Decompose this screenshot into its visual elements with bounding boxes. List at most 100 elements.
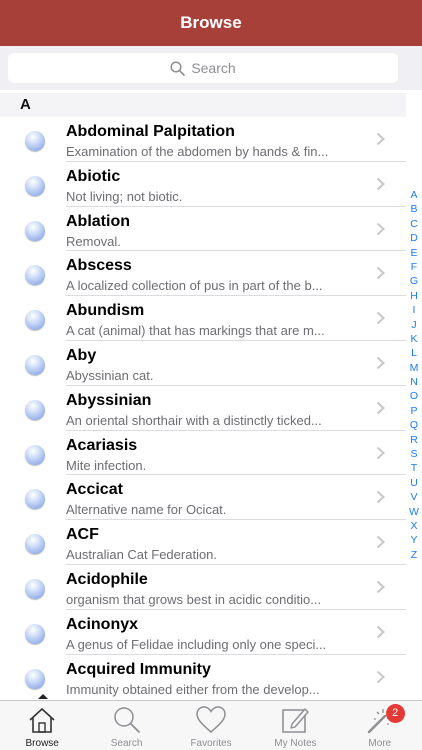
term-definition: Immunity obtained either from the develo… [66, 681, 320, 697]
bullet-icon [25, 668, 45, 689]
bullet-icon [25, 534, 45, 555]
list-item[interactable]: Accicat Alternative name for Ocicat. [0, 475, 406, 521]
chevron-right-icon [376, 625, 385, 639]
section-letter: A [20, 96, 31, 113]
tab-label: Favorites [190, 738, 232, 749]
term-title: Abdominal Palpitation [66, 123, 235, 140]
tab-search[interactable]: Search [84, 701, 168, 750]
index-letter-q[interactable]: Q [407, 418, 421, 432]
index-letter-v[interactable]: V [407, 490, 421, 504]
index-letter-h[interactable]: H [407, 289, 421, 303]
tab-favorites[interactable]: Favorites [169, 701, 253, 750]
list-item[interactable]: Abundism A cat (animal) that has marking… [0, 296, 406, 341]
term-title: Accicat [66, 481, 123, 499]
search-input[interactable]: Search [8, 53, 398, 83]
index-letter-i[interactable]: I [407, 303, 421, 317]
list-item[interactable]: Acariasis Mite infection. [0, 431, 406, 476]
term-title: Abyssinian [66, 391, 152, 409]
term-definition: Examination of the abdomen by hands & fi… [66, 144, 329, 159]
index-letter-o[interactable]: O [407, 389, 421, 403]
pencil-note-icon [280, 704, 310, 736]
bullet-icon [25, 354, 45, 375]
bullet-icon [25, 578, 45, 599]
chevron-right-icon [376, 177, 385, 191]
tab-label: My Notes [274, 738, 317, 749]
term-title: Abundism [66, 302, 145, 320]
list-item[interactable]: Aby Abyssinian cat. [0, 341, 406, 386]
index-letter-r[interactable]: R [407, 433, 421, 447]
term-title: Aby [66, 346, 97, 364]
index-letter-j[interactable]: J [407, 318, 421, 332]
index-letter-z[interactable]: Z [407, 548, 421, 562]
chevron-right-icon [376, 580, 385, 594]
chevron-right-icon [376, 222, 385, 235]
tab-more[interactable]: 2 More [338, 701, 422, 750]
term-definition: A cat (animal) that has markings that ar… [66, 323, 325, 339]
chevron-right-icon [376, 132, 385, 146]
index-letter-k[interactable]: K [407, 332, 421, 346]
index-letter-e[interactable]: E [407, 246, 421, 260]
index-letter-f[interactable]: F [407, 260, 421, 274]
index-letter-g[interactable]: G [407, 274, 421, 288]
index-letter-n[interactable]: N [407, 375, 421, 389]
bullet-icon [25, 220, 45, 241]
index-letter-u[interactable]: U [407, 476, 421, 490]
list-item[interactable]: Abscess A localized collection of pus in… [0, 251, 406, 297]
index-letter-x[interactable]: X [407, 519, 421, 533]
list-item[interactable]: Abdominal Palpitation Examination of the… [0, 117, 406, 162]
bullet-icon [25, 310, 45, 331]
term-definition: Not living; not biotic. [66, 188, 183, 204]
index-letter-a[interactable]: A [407, 188, 421, 202]
index-letter-y[interactable]: Y [407, 533, 421, 547]
term-title: Acidophile [66, 570, 148, 588]
bullet-icon [25, 399, 45, 420]
search-placeholder: Search [191, 60, 236, 76]
navigation-bar: Browse [0, 0, 422, 46]
term-definition: organism that grows best in acidic condi… [66, 591, 322, 607]
notification-badge: 2 [385, 704, 405, 723]
term-title: ACF [66, 526, 99, 544]
index-letter-p[interactable]: P [407, 404, 421, 418]
bullet-icon [25, 444, 45, 465]
index-letter-s[interactable]: S [407, 447, 421, 461]
term-title: Acquired Immunity [66, 660, 211, 678]
list-item[interactable]: Abiotic Not living; not biotic. [0, 162, 406, 207]
chevron-right-icon [376, 356, 385, 370]
index-letter-c[interactable]: C [407, 217, 421, 231]
index-letter-t[interactable]: T [407, 461, 421, 475]
term-definition: A localized collection of pus in part of… [66, 278, 323, 294]
index-letter-b[interactable]: B [407, 202, 421, 216]
list-item[interactable]: Abyssinian An oriental shorthair with a … [0, 386, 406, 431]
chevron-right-icon [376, 267, 385, 280]
chevron-right-icon [376, 401, 385, 415]
list-item[interactable]: Acquired Immunity Immunity obtained eith… [0, 655, 406, 700]
list-item[interactable]: Acinonyx A genus of Felidae including on… [0, 610, 406, 655]
chevron-right-icon [376, 491, 385, 504]
house-icon [27, 704, 57, 736]
term-definition: Alternative name for Ocicat. [66, 502, 227, 518]
list-item[interactable]: Acidophile organism that grows best in a… [0, 565, 406, 610]
page-title: Browse [180, 13, 242, 32]
index-letter-m[interactable]: M [407, 361, 421, 375]
chevron-right-icon [376, 311, 385, 325]
magnifier-icon [112, 704, 142, 736]
tab-browse[interactable]: Browse [0, 701, 84, 750]
term-title: Abiotic [66, 167, 121, 185]
term-definition: A genus of Felidae including only one sp… [66, 636, 327, 652]
tab-my-notes[interactable]: My Notes [253, 701, 337, 750]
index-letter-w[interactable]: W [407, 505, 421, 519]
index-letter-d[interactable]: D [407, 231, 421, 245]
alphabet-index[interactable]: A B C D E F G H I J K L M N O P Q R S T … [407, 188, 421, 562]
chevron-right-icon [376, 446, 385, 459]
term-title: Abscess [66, 257, 132, 275]
chevron-right-icon [376, 535, 385, 549]
list-item[interactable]: Ablation Removal. [0, 207, 406, 252]
term-definition: Mite infection. [66, 457, 147, 473]
index-letter-l[interactable]: L [407, 346, 421, 360]
bullet-icon [25, 265, 45, 286]
section-header: A [0, 93, 406, 117]
list-item[interactable]: ACF Australian Cat Federation. [0, 520, 406, 565]
term-definition: Abyssinian cat. [66, 367, 154, 383]
heart-icon [195, 704, 227, 736]
term-definition: An oriental shorthair with a distinctly … [66, 412, 322, 428]
